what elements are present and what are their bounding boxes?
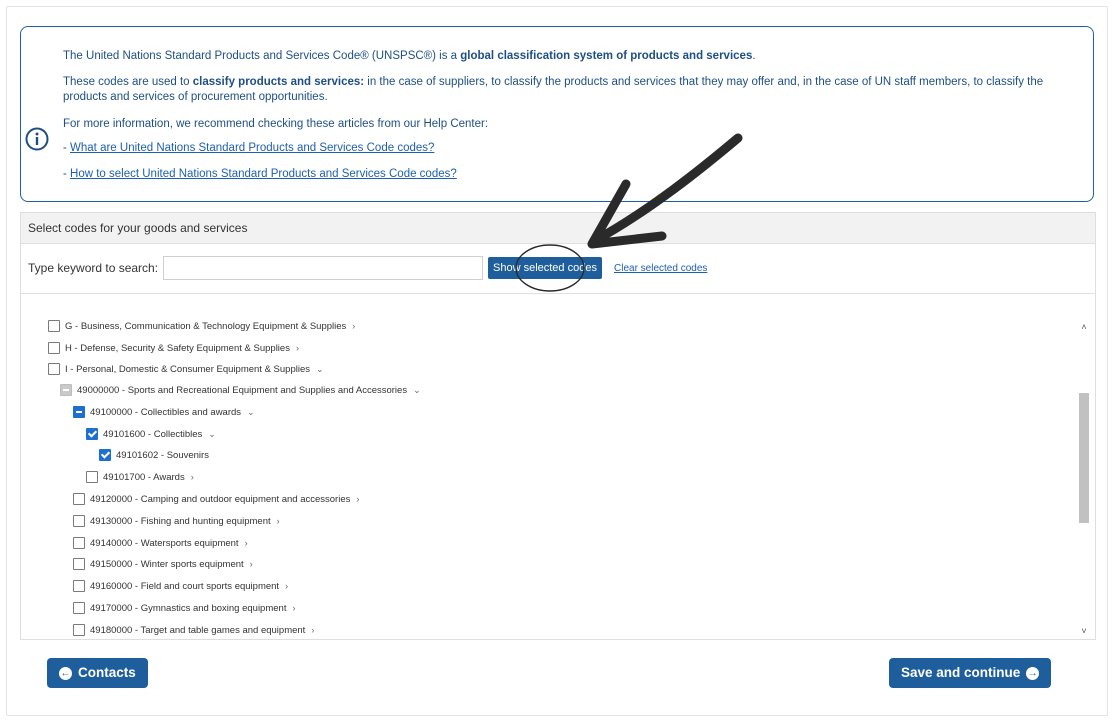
help-link-how-to-select[interactable]: How to select United Nations Standard Pr… — [70, 168, 457, 180]
checkbox[interactable] — [48, 363, 60, 375]
tree-node-label: I - Personal, Domestic & Consumer Equipm… — [65, 363, 310, 375]
tree-node[interactable]: 49160000 - Field and court sports equipm… — [73, 577, 288, 595]
tree-node[interactable]: 49180000 - Target and table games and eq… — [73, 621, 314, 639]
arrow-left-circle-icon: ← — [59, 666, 72, 680]
help-link-row-2: - How to select United Nations Standard … — [63, 168, 457, 180]
tree-node-label: 49130000 - Fishing and hunting equipment — [90, 515, 271, 527]
chevron-down-icon[interactable]: ⌄ — [316, 364, 324, 375]
tree-node-label: 49101602 - Souvenirs — [116, 449, 209, 461]
info-usage: These codes are used to classify product… — [63, 76, 1044, 103]
codes-tree: G - Business, Communication & Technology… — [21, 313, 1075, 639]
tree-node-label: 49000000 - Sports and Recreational Equip… — [77, 384, 408, 396]
tree-scrollbar[interactable]: ˄ ˅ — [1077, 321, 1091, 637]
search-row: Type keyword to search: Show selected co… — [21, 244, 1095, 294]
contacts-back-label: Contacts — [78, 665, 136, 680]
checkbox-indeterminate[interactable] — [60, 384, 72, 396]
info-circle-icon — [25, 127, 49, 151]
show-selected-codes-button[interactable]: Show selected codes — [488, 257, 602, 279]
tree-node-label: 49120000 - Camping and outdoor equipment… — [90, 493, 351, 505]
tree-node-label: 49140000 - Watersports equipment — [90, 537, 239, 549]
tree-node[interactable]: 49101600 - Collectibles ⌄ — [86, 425, 216, 443]
tree-node[interactable]: G - Business, Communication & Technology… — [48, 317, 355, 335]
checkbox[interactable] — [73, 624, 85, 636]
scroll-up-arrow-icon[interactable]: ˄ — [1077, 321, 1091, 333]
chevron-right-icon[interactable]: › — [250, 559, 253, 569]
tree-node[interactable]: 49130000 - Fishing and hunting equipment… — [73, 512, 280, 530]
checkbox[interactable] — [48, 320, 60, 332]
scroll-thumb[interactable] — [1079, 393, 1089, 523]
clear-selected-codes-link[interactable]: Clear selected codes — [614, 263, 707, 274]
tree-node-label: 49180000 - Target and table games and eq… — [90, 624, 306, 636]
tree-node[interactable]: 49170000 - Gymnastics and boxing equipme… — [73, 599, 295, 617]
checkbox[interactable] — [73, 537, 85, 549]
tree-node-label: 49100000 - Collectibles and awards — [90, 406, 242, 418]
tree-node[interactable]: 49150000 - Winter sports equipment › — [73, 555, 253, 573]
checkbox-checked[interactable] — [86, 428, 98, 440]
chevron-right-icon[interactable]: › — [356, 494, 359, 504]
chevron-right-icon[interactable]: › — [245, 538, 248, 548]
tree-node[interactable]: H - Defense, Security & Safety Equipment… — [48, 339, 299, 357]
checkbox[interactable] — [86, 471, 98, 483]
tree-node-label: 49170000 - Gymnastics and boxing equipme… — [90, 602, 287, 614]
tree-node-label: 49101700 - Awards — [103, 471, 185, 483]
tree-node[interactable]: 49120000 - Camping and outdoor equipment… — [73, 490, 359, 508]
info-more: For more information, we recommend check… — [63, 118, 489, 130]
chevron-right-icon[interactable]: › — [311, 625, 314, 635]
chevron-right-icon[interactable]: › — [296, 343, 299, 353]
checkbox-indeterminate[interactable] — [73, 406, 85, 418]
chevron-down-icon[interactable]: ⌄ — [413, 385, 421, 396]
checkbox[interactable] — [73, 580, 85, 592]
save-and-continue-label: Save and continue — [901, 665, 1021, 680]
tree-node[interactable]: 49140000 - Watersports equipment › — [73, 534, 248, 552]
chevron-right-icon[interactable]: › — [191, 472, 194, 482]
chevron-right-icon[interactable]: › — [277, 516, 280, 526]
arrow-right-circle-icon: → — [1026, 666, 1040, 680]
tree-node-label: H - Defense, Security & Safety Equipment… — [65, 342, 290, 354]
save-and-continue-button[interactable]: Save and continue → — [889, 658, 1052, 688]
checkbox[interactable] — [73, 493, 85, 505]
tree-node-label: 49160000 - Field and court sports equipm… — [90, 580, 280, 592]
chevron-right-icon[interactable]: › — [352, 321, 355, 331]
info-intro: The United Nations Standard Products and… — [63, 50, 756, 62]
checkbox[interactable] — [73, 558, 85, 570]
checkbox[interactable] — [73, 515, 85, 527]
tree-node-label: G - Business, Communication & Technology… — [65, 320, 347, 332]
tree-node[interactable]: 49101700 - Awards › — [86, 468, 194, 486]
panel-title: Select codes for your goods and services — [21, 213, 1095, 244]
chevron-down-icon[interactable]: ⌄ — [208, 429, 216, 440]
tree-node[interactable]: 49101602 - Souvenirs — [99, 446, 209, 464]
tree-node[interactable]: 49000000 - Sports and Recreational Equip… — [60, 381, 421, 399]
tree-node-label: 49101600 - Collectibles — [103, 428, 203, 440]
help-link-what-are-codes[interactable]: What are United Nations Standard Product… — [70, 142, 434, 154]
info-box: The United Nations Standard Products and… — [20, 26, 1094, 202]
search-label: Type keyword to search: — [28, 261, 159, 275]
tree-node-label: 49150000 - Winter sports equipment — [90, 558, 244, 570]
chevron-down-icon[interactable]: ⌄ — [247, 407, 255, 418]
help-link-row-1: - What are United Nations Standard Produ… — [63, 142, 435, 154]
checkbox[interactable] — [48, 342, 60, 354]
chevron-right-icon[interactable]: › — [292, 603, 295, 613]
checkbox[interactable] — [73, 602, 85, 614]
contacts-back-button[interactable]: ← Contacts — [47, 658, 148, 688]
checkbox-checked[interactable] — [99, 449, 111, 461]
tree-node[interactable]: I - Personal, Domestic & Consumer Equipm… — [48, 360, 324, 378]
scroll-down-arrow-icon[interactable]: ˅ — [1077, 625, 1091, 637]
chevron-right-icon[interactable]: › — [285, 581, 288, 591]
search-input[interactable] — [163, 256, 483, 280]
tree-node[interactable]: 49100000 - Collectibles and awards ⌄ — [73, 403, 255, 421]
codes-panel: Select codes for your goods and services… — [20, 212, 1096, 640]
